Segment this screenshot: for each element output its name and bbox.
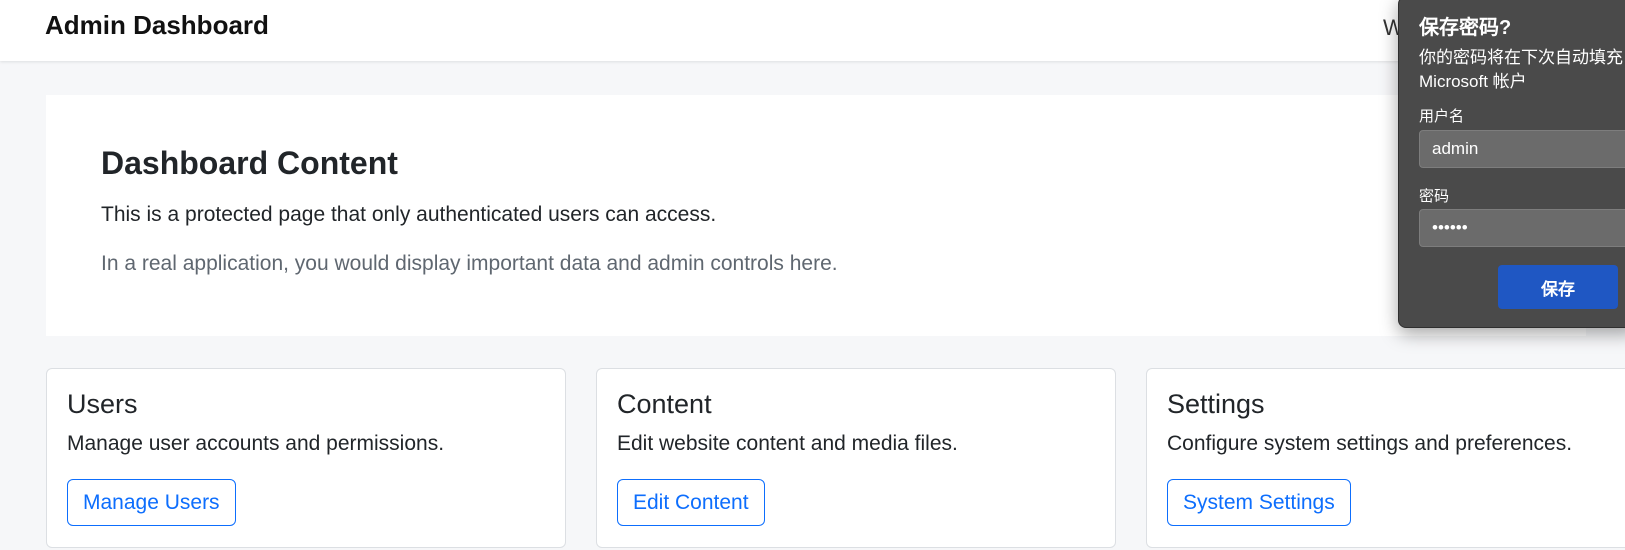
popup-title: 保存密码? [1419, 17, 1512, 39]
username-field[interactable]: admin [1419, 130, 1625, 168]
admin-dashboard-page: Admin Dashboard W Dashboard Content This… [0, 0, 1625, 550]
password-field[interactable]: •••••• [1419, 209, 1625, 247]
dashboard-content-panel: Dashboard Content This is a protected pa… [46, 95, 1586, 336]
top-navbar: Admin Dashboard W [0, 0, 1625, 61]
card-title-settings: Settings [1167, 389, 1265, 419]
save-password-popup: 保存密码? 你的密码将在下次自动填充 Microsoft 帐户 用户名 admi… [1398, 0, 1625, 328]
protected-page-text: This is a protected page that only authe… [101, 203, 717, 226]
settings-card: Settings Configure system settings and p… [1146, 368, 1625, 548]
page-title: Dashboard Content [101, 145, 398, 181]
app-title[interactable]: Admin Dashboard [45, 10, 269, 41]
content-card: Content Edit website content and media f… [596, 368, 1116, 548]
password-label: 密码 [1419, 188, 1450, 205]
card-text-users: Manage user accounts and permissions. [67, 432, 445, 455]
card-title-content: Content [617, 389, 712, 419]
popup-description: 你的密码将在下次自动填充 Microsoft 帐户 [1419, 48, 1623, 91]
card-text-settings: Configure system settings and preference… [1167, 432, 1573, 455]
save-password-button[interactable]: 保存 [1498, 265, 1618, 309]
card-title-users: Users [67, 389, 138, 419]
card-text-content: Edit website content and media files. [617, 432, 958, 455]
info-text: In a real application, you would display… [101, 252, 838, 275]
system-settings-button[interactable]: System Settings [1167, 479, 1351, 526]
username-label: 用户名 [1419, 108, 1465, 125]
edit-content-button[interactable]: Edit Content [617, 479, 765, 526]
users-card: Users Manage user accounts and permissio… [46, 368, 566, 548]
manage-users-button[interactable]: Manage Users [67, 479, 236, 526]
